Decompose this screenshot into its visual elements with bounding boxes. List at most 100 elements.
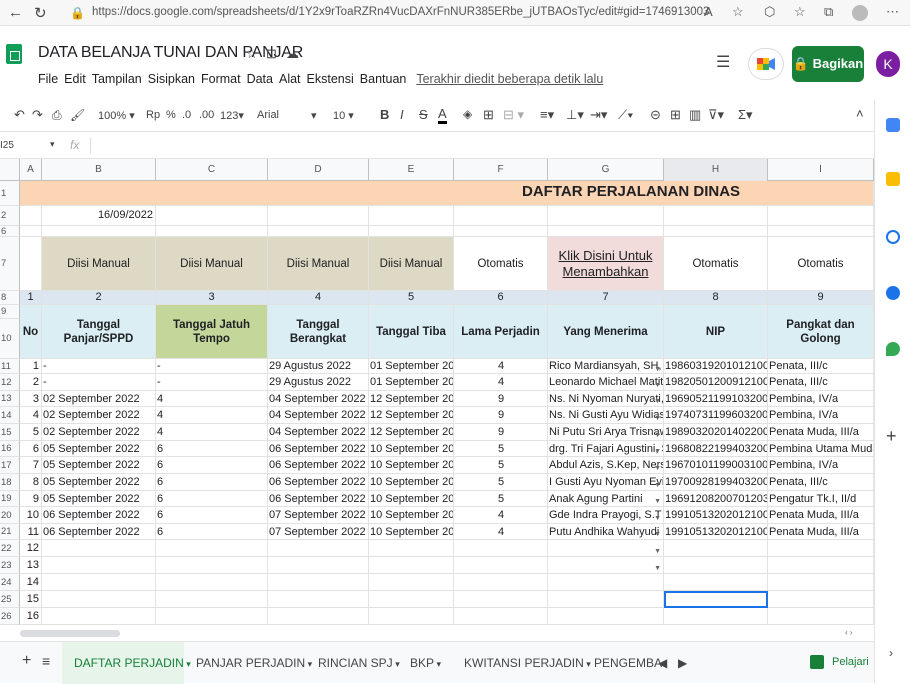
empty-r26-c8[interactable] <box>664 608 768 625</box>
back-icon[interactable]: ← <box>8 4 23 21</box>
data-r8-c4[interactable]: 06 September 2022 <box>268 474 369 491</box>
data-r9-c7[interactable]: Anak Agung Partini ▼ <box>548 491 664 507</box>
empty-r23-c1[interactable]: 13 <box>20 557 42 574</box>
title-cell[interactable]: DAFTAR PERJALANAN DINAS <box>20 181 874 206</box>
data-r11-c4[interactable]: 07 September 2022 <box>268 524 369 540</box>
cell-r2-0[interactable] <box>20 206 42 226</box>
menu-ekstensi[interactable]: Ekstensi <box>307 72 354 86</box>
column-header-b[interactable]: B <box>42 159 156 181</box>
calendar-icon[interactable] <box>886 118 900 132</box>
data-r9-c8[interactable]: 196912082007012032 <box>664 491 768 507</box>
row-header-20[interactable]: 20 <box>0 507 20 524</box>
data-r4-c1[interactable]: 4 <box>20 407 42 424</box>
scroll-arrows-icon[interactable]: ‹ › <box>845 628 853 637</box>
valign-icon[interactable]: ⊥▾ <box>566 107 584 123</box>
data-r1-c2[interactable]: - <box>42 359 156 374</box>
data-r7-c7[interactable]: Abdul Azis, S.Kep, Ners, ▼ <box>548 457 664 474</box>
data-r9-c3[interactable]: 6 <box>156 491 268 507</box>
menu-tampilan[interactable]: Tampilan <box>92 72 142 86</box>
data-r3-c5[interactable]: 12 September 2022 <box>369 391 454 407</box>
data-r1-c5[interactable]: 01 September 2022 <box>369 359 454 374</box>
text-color-button[interactable]: A <box>438 106 447 124</box>
refresh-icon[interactable]: ↻ <box>34 4 47 22</box>
row-header-19[interactable]: 19 <box>0 491 20 507</box>
tab-menu-icon[interactable]: ▾ <box>584 659 591 669</box>
tab-pengemba[interactable]: PENGEMBA <box>594 656 662 670</box>
data-r9-c2[interactable]: 05 September 2022 <box>42 491 156 507</box>
row-header-15[interactable]: 15 <box>0 424 20 441</box>
paint-format-icon[interactable]: 🖌 <box>70 108 85 122</box>
star-icon[interactable]: ☆ <box>246 46 258 62</box>
row7-cell-5[interactable]: Otomatis <box>454 237 548 291</box>
redo-icon[interactable]: ↷ <box>32 107 43 123</box>
dropdown-arrow-icon[interactable]: ▼ <box>654 527 661 539</box>
filter-icon[interactable]: ⊽▾ <box>708 107 724 123</box>
explore-button[interactable]: Pelajari <box>806 652 869 676</box>
data-r7-c8[interactable]: 196701011990031008 <box>664 457 768 474</box>
comment-icon[interactable]: ⊞ <box>670 107 681 123</box>
empty-r24-c8[interactable] <box>664 574 768 591</box>
data-r11-c3[interactable]: 6 <box>156 524 268 540</box>
data-r10-c6[interactable]: 4 <box>454 507 548 524</box>
column-number-5[interactable]: 5 <box>369 291 454 305</box>
header-9[interactable]: Pangkat dan Golong <box>768 305 874 359</box>
data-r8-c1[interactable]: 8 <box>20 474 42 491</box>
cell-r2-2[interactable] <box>156 206 268 226</box>
empty-r25-c2[interactable] <box>42 591 156 608</box>
column-header-a[interactable]: A <box>20 159 42 181</box>
decrease-decimal-button[interactable]: .0 <box>182 109 191 121</box>
data-r9-c4[interactable]: 06 September 2022 <box>268 491 369 507</box>
cell-r6-4[interactable] <box>369 226 454 237</box>
header-5[interactable]: Tanggal Tiba <box>369 305 454 359</box>
dropdown-arrow-icon[interactable]: ▼ <box>654 543 661 556</box>
data-r7-c6[interactable]: 5 <box>454 457 548 474</box>
column-header-f[interactable]: F <box>454 159 548 181</box>
data-r4-c9[interactable]: Pembina, IV/a <box>768 407 874 424</box>
cell-r2-7[interactable] <box>664 206 768 226</box>
empty-r23-c2[interactable] <box>42 557 156 574</box>
cell-r6-5[interactable] <box>454 226 548 237</box>
empty-r22-c2[interactable] <box>42 540 156 557</box>
tab-scroll-left-icon[interactable]: ◀ <box>658 656 667 670</box>
cell-r2-1[interactable]: 16/09/2022 <box>42 206 156 226</box>
align-icon[interactable]: ≡▾ <box>540 107 554 123</box>
data-r4-c3[interactable]: 4 <box>156 407 268 424</box>
data-r6-c1[interactable]: 6 <box>20 441 42 457</box>
merge-cells-icon[interactable]: ⊟ ▾ <box>503 107 524 123</box>
empty-r24-c4[interactable] <box>268 574 369 591</box>
tab-menu-icon[interactable]: ▾ <box>305 659 313 669</box>
row7-cell-2[interactable]: Diisi Manual <box>156 237 268 291</box>
column-header-d[interactable]: D <box>268 159 369 181</box>
data-r2-c3[interactable]: - <box>156 374 268 391</box>
font-dropdown-icon[interactable]: ▾ <box>311 109 317 122</box>
data-r4-c8[interactable]: 197407311996032001 <box>664 407 768 424</box>
empty-r26-c5[interactable] <box>369 608 454 625</box>
data-r4-c7[interactable]: Ns. Ni Gusti Ayu Widiast ▼ <box>548 407 664 424</box>
wrap-icon[interactable]: ⇥▾ <box>590 107 607 123</box>
cell-r6-2[interactable] <box>156 226 268 237</box>
data-r2-c1[interactable]: 2 <box>20 374 42 391</box>
data-r8-c3[interactable]: 6 <box>156 474 268 491</box>
empty-r23-c7[interactable]: ▼ <box>548 557 664 574</box>
data-r8-c2[interactable]: 05 September 2022 <box>42 474 156 491</box>
data-r2-c9[interactable]: Penata, III/c <box>768 374 874 391</box>
data-r6-c5[interactable]: 10 September 2022 <box>369 441 454 457</box>
data-r11-c1[interactable]: 11 <box>20 524 42 540</box>
row-header-22[interactable]: 22 <box>0 540 20 557</box>
cell-r6-3[interactable] <box>268 226 369 237</box>
extensions-icon[interactable]: ⬡ <box>764 4 775 20</box>
row-header-24[interactable]: 24 <box>0 574 20 591</box>
data-r6-c3[interactable]: 6 <box>156 441 268 457</box>
increase-decimal-button[interactable]: .00 <box>199 109 214 121</box>
data-r5-c6[interactable]: 9 <box>454 424 548 441</box>
rotate-icon[interactable]: ⟋▾ <box>618 107 633 123</box>
column-header-i[interactable]: I <box>768 159 874 181</box>
cell-r6-1[interactable] <box>42 226 156 237</box>
dropdown-arrow-icon[interactable]: ▼ <box>654 377 661 390</box>
data-r11-c2[interactable]: 06 September 2022 <box>42 524 156 540</box>
data-r5-c5[interactable]: 12 September 2022 <box>369 424 454 441</box>
data-r9-c9[interactable]: Pengatur Tk.I, II/d <box>768 491 874 507</box>
data-r11-c5[interactable]: 10 September 2022 <box>369 524 454 540</box>
row-header-2[interactable]: 2 <box>0 206 20 226</box>
data-r6-c8[interactable]: 196808221994032007 <box>664 441 768 457</box>
